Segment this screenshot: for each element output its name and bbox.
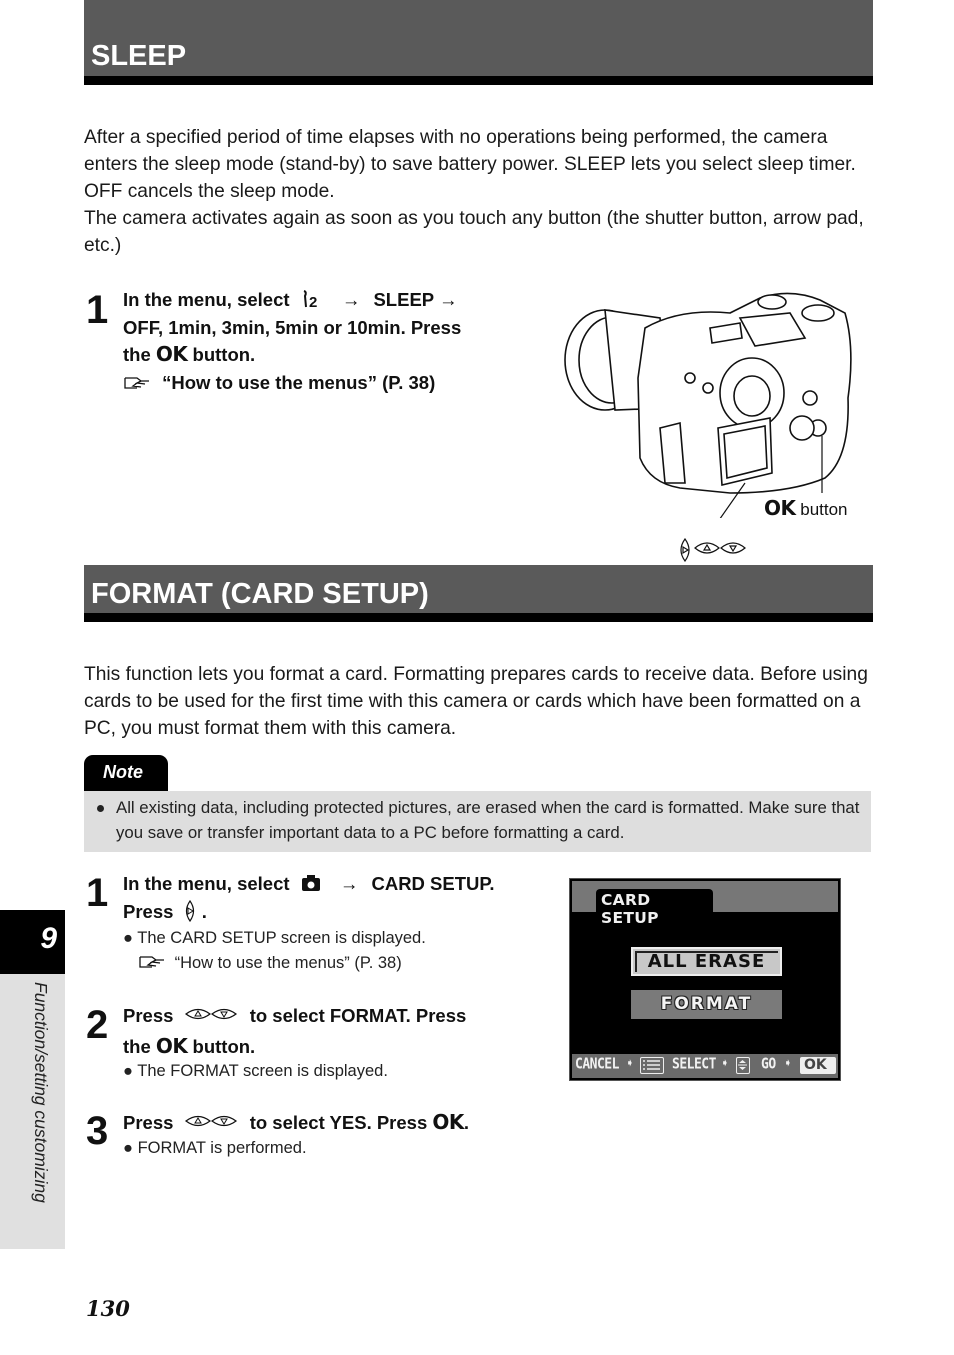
note-label: Note — [103, 762, 143, 782]
step-text: the — [123, 1035, 151, 1057]
heading-rule — [84, 76, 873, 85]
note-label-tab: Note — [84, 755, 168, 791]
svg-text:2: 2 — [309, 294, 317, 309]
bullet-icon: ● — [123, 1062, 138, 1080]
step-text: the — [123, 344, 151, 365]
screen-tab-label: CARD SETUP — [601, 891, 659, 927]
bullet-text: The FORMAT screen is displayed. — [137, 1062, 388, 1080]
page-number: 130 — [86, 1296, 130, 1321]
bullet-icon: ● — [123, 1139, 138, 1157]
arrow-icon: ➧ — [784, 1055, 792, 1074]
heading-title: SLEEP — [91, 40, 187, 72]
note-text: All existing data, including protected p… — [116, 798, 860, 842]
sleep-description: After a specified period of time elapses… — [84, 124, 876, 259]
menu-list-icon — [640, 1057, 664, 1074]
step-text: Press — [123, 900, 174, 922]
ok-glyph: OK — [764, 496, 796, 520]
menu-item-card-setup: CARD SETUP. — [371, 873, 495, 894]
heading-rule — [84, 613, 873, 622]
step-text: OFF, 1min, 3min, 5min or 10min. Press — [123, 316, 462, 338]
step-text: In the menu, select — [123, 289, 290, 310]
step-text: In the menu, select — [123, 873, 290, 894]
ok-button-glyph: OK — [155, 342, 188, 366]
step-number: 2 — [86, 1003, 109, 1047]
arrow-up-down-icon — [184, 1002, 239, 1030]
note-box: All existing data, including protected p… — [84, 791, 871, 852]
bullet-text: The CARD SETUP screen is displayed. — [137, 929, 426, 947]
ok-button-glyph: OK — [432, 1110, 464, 1134]
chapter-title: Function/setting customizing — [31, 982, 51, 1203]
option-label: ALL ERASE — [647, 951, 766, 972]
sleep-paragraph-1: After a specified period of time elapses… — [84, 127, 856, 202]
step-text: . — [463, 1112, 470, 1133]
step-text: . — [201, 900, 207, 922]
arrow-right-icon — [680, 537, 690, 563]
ok-button-glyph: OK — [155, 1033, 188, 1058]
step-number: 1 — [86, 288, 109, 332]
camera-tab-icon — [301, 870, 321, 898]
footer-cancel: CANCEL — [575, 1055, 619, 1074]
step-number: 1 — [86, 871, 109, 915]
option-format[interactable]: FORMAT — [631, 990, 782, 1019]
format-step-2: Press to select FORMAT. Press the OK but… — [123, 1002, 543, 1060]
chapter-number: 9 — [40, 922, 57, 955]
step-text: button. — [192, 344, 256, 365]
reference-pointer-icon — [123, 371, 151, 389]
reference-pointer-icon — [138, 953, 166, 969]
step-text: to select FORMAT. Press — [249, 1005, 467, 1026]
step-2-bullet: ● The FORMAT screen is displayed. — [123, 1059, 388, 1084]
section-heading-sleep: SLEEP — [84, 0, 873, 85]
arrow-icon: ➧ — [721, 1055, 729, 1074]
camera-illustration — [560, 288, 860, 534]
step-3-bullet: ● FORMAT is performed. — [123, 1136, 307, 1161]
reference-link[interactable]: “How to use the menus” (P. 38) — [162, 372, 435, 393]
step-1-bullet: ● The CARD SETUP screen is displayed. — [123, 926, 426, 951]
sleep-paragraph-2: The camera activates again as soon as yo… — [84, 208, 864, 256]
screen-tab: CARD SETUP — [596, 889, 713, 927]
reference-link[interactable]: “How to use the menus” (P. 38) — [175, 954, 402, 972]
step-text: Press — [123, 1005, 174, 1026]
step-text: Press — [123, 1112, 174, 1133]
arrow-icon: → — [339, 873, 359, 894]
chapter-side-tab: 9 Function/setting customizing — [0, 910, 65, 1249]
callout-text: button — [800, 500, 848, 519]
arrow-up-icon — [694, 542, 720, 554]
arrow-down-icon — [720, 542, 746, 554]
bullet-icon: ● — [123, 929, 138, 947]
ok-button-callout: OK button — [764, 496, 848, 520]
step-1-reference: “How to use the menus” (P. 38) — [138, 951, 402, 976]
setup-2-tab-icon: 2 — [301, 286, 323, 314]
arrow-right-icon — [183, 898, 197, 926]
bullet-text: FORMAT is performed. — [137, 1139, 307, 1157]
arrow-icon: ➧ — [626, 1055, 634, 1074]
format-step-1: In the menu, select → CARD SETUP. Press … — [123, 870, 543, 925]
arrow-icon: → — [341, 289, 361, 310]
arrow-pad-callout — [677, 537, 749, 563]
step-text: to select YES. Press — [249, 1112, 428, 1133]
section-heading-format: FORMAT (CARD SETUP) — [84, 565, 873, 622]
bullet-icon — [97, 805, 104, 812]
heading-title: FORMAT (CARD SETUP) — [91, 578, 429, 610]
up-down-icon — [736, 1057, 750, 1074]
chapter-number-block: 9 — [0, 910, 65, 974]
format-description: This function lets you format a card. Fo… — [84, 664, 868, 739]
option-label: FORMAT — [660, 994, 753, 1014]
step-number: 3 — [86, 1109, 109, 1153]
footer-select: SELECT — [672, 1055, 716, 1074]
arrow-icon: → — [438, 289, 458, 310]
screen-footer: CANCEL ➧ SELECT ➧ GO ➧ OK — [572, 1054, 838, 1078]
option-all-erase[interactable]: ALL ERASE — [631, 947, 782, 976]
ok-key-icon: OK — [800, 1057, 836, 1074]
footer-go: GO — [761, 1055, 776, 1074]
step-text: button. — [192, 1035, 256, 1057]
menu-item-sleep: SLEEP — [373, 289, 434, 310]
card-setup-screen: CARD SETUP ALL ERASE FORMAT CANCEL ➧ SEL… — [569, 878, 841, 1081]
ok-key-label: OK — [804, 1057, 827, 1073]
sleep-step-1: In the menu, select 2 → SLEEP → OFF, 1mi… — [123, 286, 523, 396]
format-step-3: Press to select YES. Press OK. — [123, 1109, 543, 1137]
arrow-up-down-icon — [184, 1109, 239, 1137]
